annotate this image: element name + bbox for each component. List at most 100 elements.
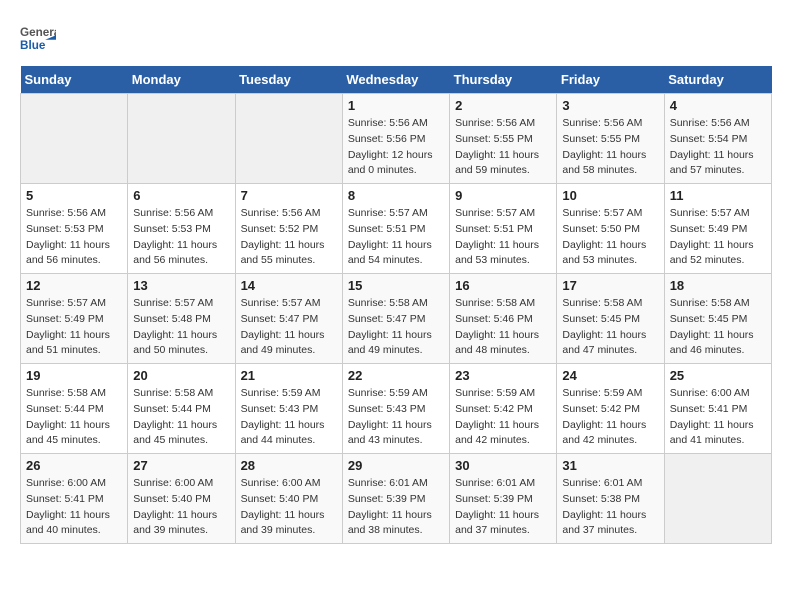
page-header: General Blue xyxy=(20,20,772,56)
weekday-header: Monday xyxy=(128,66,235,94)
day-number: 17 xyxy=(562,278,658,293)
day-number: 10 xyxy=(562,188,658,203)
weekday-header: Wednesday xyxy=(342,66,449,94)
svg-text:Blue: Blue xyxy=(20,39,46,52)
day-number: 28 xyxy=(241,458,337,473)
calendar-cell: 12 Sunrise: 5:57 AM Sunset: 5:49 PM Dayli… xyxy=(21,274,128,364)
day-info: Sunrise: 6:00 AM Sunset: 5:40 PM Dayligh… xyxy=(133,476,229,539)
day-number: 29 xyxy=(348,458,444,473)
day-number: 15 xyxy=(348,278,444,293)
weekday-header: Tuesday xyxy=(235,66,342,94)
calendar-cell: 2 Sunrise: 5:56 AM Sunset: 5:55 PM Daylig… xyxy=(450,94,557,184)
day-info: Sunrise: 5:57 AM Sunset: 5:51 PM Dayligh… xyxy=(348,206,444,269)
day-info: Sunrise: 5:59 AM Sunset: 5:42 PM Dayligh… xyxy=(455,386,551,449)
day-number: 1 xyxy=(348,98,444,113)
calendar-cell: 23 Sunrise: 5:59 AM Sunset: 5:42 PM Dayli… xyxy=(450,364,557,454)
day-number: 2 xyxy=(455,98,551,113)
calendar-cell: 19 Sunrise: 5:58 AM Sunset: 5:44 PM Dayli… xyxy=(21,364,128,454)
day-info: Sunrise: 5:58 AM Sunset: 5:47 PM Dayligh… xyxy=(348,296,444,359)
svg-text:General: General xyxy=(20,26,56,39)
day-number: 21 xyxy=(241,368,337,383)
day-info: Sunrise: 5:58 AM Sunset: 5:44 PM Dayligh… xyxy=(133,386,229,449)
calendar-week-row: 19 Sunrise: 5:58 AM Sunset: 5:44 PM Dayli… xyxy=(21,364,772,454)
day-number: 9 xyxy=(455,188,551,203)
day-number: 30 xyxy=(455,458,551,473)
day-number: 11 xyxy=(670,188,766,203)
day-number: 23 xyxy=(455,368,551,383)
day-info: Sunrise: 5:56 AM Sunset: 5:53 PM Dayligh… xyxy=(133,206,229,269)
calendar-week-row: 12 Sunrise: 5:57 AM Sunset: 5:49 PM Dayli… xyxy=(21,274,772,364)
calendar-cell xyxy=(235,94,342,184)
day-number: 6 xyxy=(133,188,229,203)
calendar-table: SundayMondayTuesdayWednesdayThursdayFrid… xyxy=(20,66,772,544)
day-info: Sunrise: 5:57 AM Sunset: 5:50 PM Dayligh… xyxy=(562,206,658,269)
calendar-cell: 21Sunrise: 5:59 AM Sunset: 5:43 PM Dayli… xyxy=(235,364,342,454)
weekday-header: Friday xyxy=(557,66,664,94)
day-number: 4 xyxy=(670,98,766,113)
day-info: Sunrise: 6:01 AM Sunset: 5:38 PM Dayligh… xyxy=(562,476,658,539)
calendar-cell: 31Sunrise: 6:01 AM Sunset: 5:38 PM Dayli… xyxy=(557,454,664,544)
day-info: Sunrise: 5:57 AM Sunset: 5:49 PM Dayligh… xyxy=(26,296,122,359)
day-number: 7 xyxy=(241,188,337,203)
day-info: Sunrise: 5:58 AM Sunset: 5:44 PM Dayligh… xyxy=(26,386,122,449)
day-number: 26 xyxy=(26,458,122,473)
calendar-cell xyxy=(128,94,235,184)
day-number: 22 xyxy=(348,368,444,383)
calendar-cell: 25 Sunrise: 6:00 AM Sunset: 5:41 PM Dayli… xyxy=(664,364,771,454)
day-info: Sunrise: 5:57 AM Sunset: 5:48 PM Dayligh… xyxy=(133,296,229,359)
calendar-cell: 15 Sunrise: 5:58 AM Sunset: 5:47 PM Dayli… xyxy=(342,274,449,364)
calendar-cell: 13 Sunrise: 5:57 AM Sunset: 5:48 PM Dayli… xyxy=(128,274,235,364)
day-info: Sunrise: 5:56 AM Sunset: 5:55 PM Dayligh… xyxy=(455,116,551,179)
calendar-cell: 6 Sunrise: 5:56 AM Sunset: 5:53 PM Daylig… xyxy=(128,184,235,274)
calendar-cell: 5 Sunrise: 5:56 AM Sunset: 5:53 PM Daylig… xyxy=(21,184,128,274)
day-info: Sunrise: 6:01 AM Sunset: 5:39 PM Dayligh… xyxy=(348,476,444,539)
day-info: Sunrise: 6:01 AM Sunset: 5:39 PM Dayligh… xyxy=(455,476,551,539)
calendar-cell: 28 Sunrise: 6:00 AM Sunset: 5:40 PM Dayli… xyxy=(235,454,342,544)
day-info: Sunrise: 5:58 AM Sunset: 5:45 PM Dayligh… xyxy=(562,296,658,359)
day-info: Sunrise: 5:58 AM Sunset: 5:45 PM Dayligh… xyxy=(670,296,766,359)
day-number: 20 xyxy=(133,368,229,383)
calendar-cell: 1 Sunrise: 5:56 AM Sunset: 5:56 PM Daylig… xyxy=(342,94,449,184)
day-number: 25 xyxy=(670,368,766,383)
calendar-cell: 26Sunrise: 6:00 AM Sunset: 5:41 PM Dayli… xyxy=(21,454,128,544)
day-info: Sunrise: 5:56 AM Sunset: 5:54 PM Dayligh… xyxy=(670,116,766,179)
calendar-cell: 18Sunrise: 5:58 AM Sunset: 5:45 PM Dayli… xyxy=(664,274,771,364)
calendar-week-row: 1 Sunrise: 5:56 AM Sunset: 5:56 PM Daylig… xyxy=(21,94,772,184)
calendar-cell: 17 Sunrise: 5:58 AM Sunset: 5:45 PM Dayli… xyxy=(557,274,664,364)
weekday-header: Saturday xyxy=(664,66,771,94)
day-info: Sunrise: 6:00 AM Sunset: 5:40 PM Dayligh… xyxy=(241,476,337,539)
day-info: Sunrise: 6:00 AM Sunset: 5:41 PM Dayligh… xyxy=(670,386,766,449)
logo: General Blue xyxy=(20,20,60,56)
calendar-cell: 16 Sunrise: 5:58 AM Sunset: 5:46 PM Dayli… xyxy=(450,274,557,364)
day-number: 16 xyxy=(455,278,551,293)
day-info: Sunrise: 5:58 AM Sunset: 5:46 PM Dayligh… xyxy=(455,296,551,359)
day-info: Sunrise: 5:59 AM Sunset: 5:42 PM Dayligh… xyxy=(562,386,658,449)
day-number: 12 xyxy=(26,278,122,293)
calendar-header: SundayMondayTuesdayWednesdayThursdayFrid… xyxy=(21,66,772,94)
weekday-header: Thursday xyxy=(450,66,557,94)
calendar-cell xyxy=(21,94,128,184)
calendar-cell xyxy=(664,454,771,544)
calendar-cell: 8 Sunrise: 5:57 AM Sunset: 5:51 PM Daylig… xyxy=(342,184,449,274)
calendar-cell: 14Sunrise: 5:57 AM Sunset: 5:47 PM Dayli… xyxy=(235,274,342,364)
day-number: 5 xyxy=(26,188,122,203)
day-info: Sunrise: 5:59 AM Sunset: 5:43 PM Dayligh… xyxy=(348,386,444,449)
calendar-cell: 9Sunrise: 5:57 AM Sunset: 5:51 PM Daylig… xyxy=(450,184,557,274)
day-number: 19 xyxy=(26,368,122,383)
day-number: 13 xyxy=(133,278,229,293)
calendar-cell: 4 Sunrise: 5:56 AM Sunset: 5:54 PM Daylig… xyxy=(664,94,771,184)
calendar-cell: 10 Sunrise: 5:57 AM Sunset: 5:50 PM Dayli… xyxy=(557,184,664,274)
calendar-cell: 30 Sunrise: 6:01 AM Sunset: 5:39 PM Dayli… xyxy=(450,454,557,544)
day-info: Sunrise: 5:57 AM Sunset: 5:49 PM Dayligh… xyxy=(670,206,766,269)
day-info: Sunrise: 5:56 AM Sunset: 5:56 PM Dayligh… xyxy=(348,116,444,179)
day-number: 8 xyxy=(348,188,444,203)
calendar-cell: 27Sunrise: 6:00 AM Sunset: 5:40 PM Dayli… xyxy=(128,454,235,544)
calendar-cell: 7 Sunrise: 5:56 AM Sunset: 5:52 PM Daylig… xyxy=(235,184,342,274)
day-info: Sunrise: 5:56 AM Sunset: 5:53 PM Dayligh… xyxy=(26,206,122,269)
calendar-week-row: 26Sunrise: 6:00 AM Sunset: 5:41 PM Dayli… xyxy=(21,454,772,544)
calendar-week-row: 5 Sunrise: 5:56 AM Sunset: 5:53 PM Daylig… xyxy=(21,184,772,274)
day-info: Sunrise: 5:56 AM Sunset: 5:52 PM Dayligh… xyxy=(241,206,337,269)
day-number: 24 xyxy=(562,368,658,383)
logo-icon: General Blue xyxy=(20,20,56,56)
calendar-cell: 24 Sunrise: 5:59 AM Sunset: 5:42 PM Dayli… xyxy=(557,364,664,454)
